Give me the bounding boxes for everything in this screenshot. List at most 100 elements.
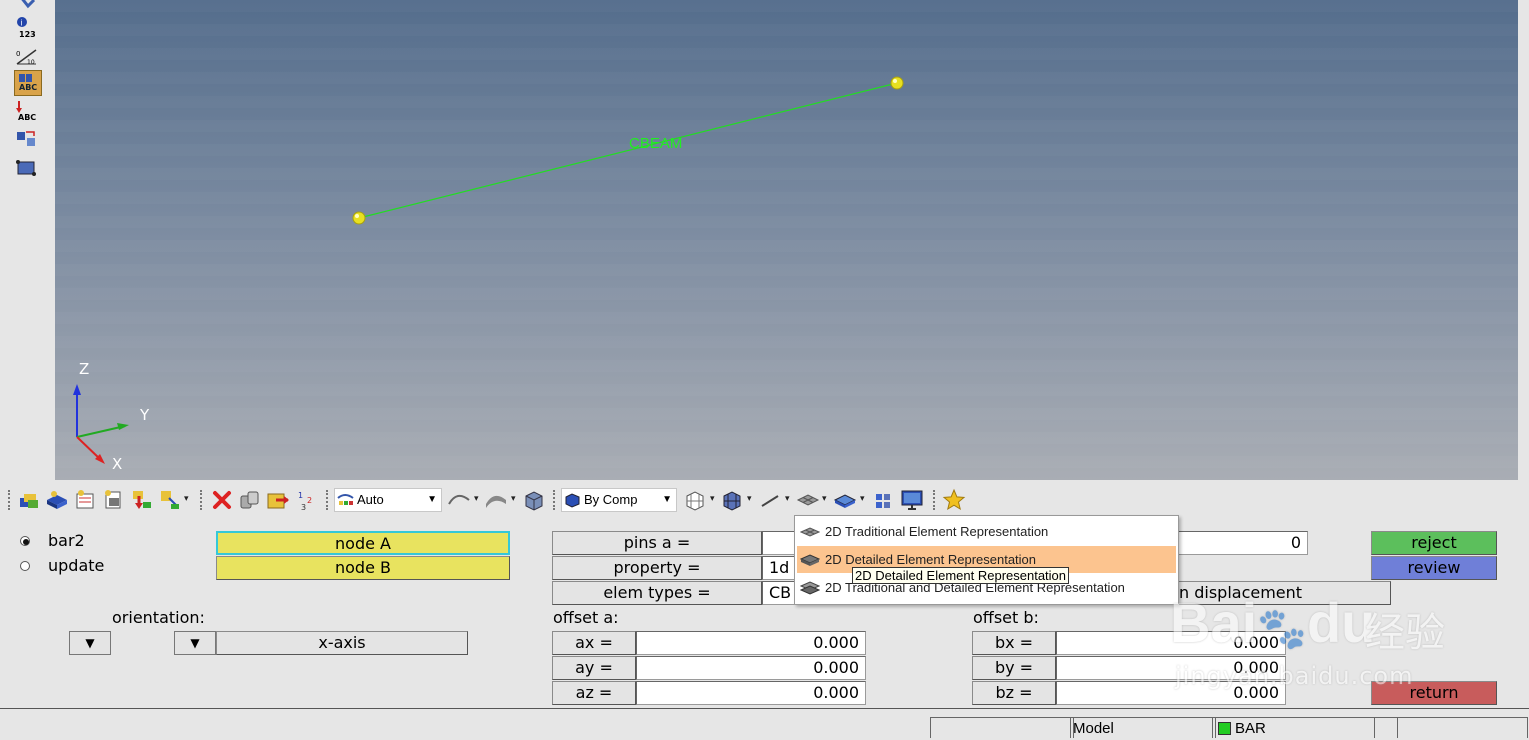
svg-text:2: 2	[307, 496, 312, 505]
axis-z-label: Z	[79, 360, 90, 378]
offset-b-label: offset b:	[973, 608, 1039, 627]
node-a-selector[interactable]: node A	[216, 531, 510, 555]
node-b-selector[interactable]: node B	[216, 556, 510, 580]
display-panel-icon[interactable]	[73, 488, 97, 512]
transform-icon[interactable]	[14, 128, 40, 152]
bx-label[interactable]: bx =	[972, 631, 1056, 655]
shaded-surface-icon[interactable]	[484, 488, 508, 512]
elem-types-field[interactable]: CB	[762, 581, 796, 605]
ax-field[interactable]: 0.000	[636, 631, 866, 655]
label-abc-icon[interactable]: ABC	[14, 70, 42, 96]
chevron-down-icon: ▼	[662, 494, 672, 505]
svg-text:1: 1	[298, 491, 303, 500]
shading-icon	[337, 494, 354, 505]
menu-item-2d-traditional[interactable]: 2D Traditional Element Representation	[797, 518, 1176, 545]
menu-item-label: 2D Traditional Element Representation	[825, 524, 1049, 539]
connectors-display-icon[interactable]	[872, 488, 896, 512]
watermark-brand: Bai🐾du	[1170, 591, 1376, 654]
elem-types-label[interactable]: elem types =	[552, 581, 762, 605]
baidu-watermark: Bai🐾du 经验 jingyan.baidu.com	[1170, 570, 1470, 700]
property-label[interactable]: property =	[552, 556, 762, 580]
ay-label[interactable]: ay =	[552, 656, 636, 680]
measure-icon[interactable]: 0 10	[14, 44, 40, 68]
status-model: Model	[1070, 717, 1216, 738]
label-move-icon[interactable]: ABC	[14, 100, 40, 124]
numbers-icon[interactable]: 123	[19, 30, 36, 39]
chevron-down-icon: ▼	[427, 494, 437, 505]
orientation-type-toggle[interactable]: ▼	[69, 631, 111, 655]
cbeam-element	[358, 82, 898, 219]
mesh-wire-icon[interactable]	[683, 488, 707, 512]
status-component[interactable]: BAR	[1212, 717, 1398, 738]
pins-a-field[interactable]	[762, 531, 796, 555]
graphics-viewport[interactable]: CBEAM Z Y X	[55, 0, 1518, 480]
by-label[interactable]: by =	[972, 656, 1056, 680]
axis-x-label: X	[112, 455, 123, 473]
delete-icon[interactable]	[210, 488, 234, 512]
plane-icon[interactable]	[14, 156, 40, 180]
right-strip	[1518, 0, 1529, 480]
vector-direction-toggle[interactable]: ▼	[174, 631, 216, 655]
display-elements-icon[interactable]	[45, 488, 69, 512]
ay-field[interactable]: 0.000	[636, 656, 866, 680]
y-axis-line	[76, 425, 126, 438]
mesh-shaded-icon[interactable]	[720, 488, 744, 512]
reject-button[interactable]: reject	[1371, 531, 1497, 555]
ax-label[interactable]: ax =	[552, 631, 636, 655]
status-bar: Model BAR	[0, 708, 1529, 738]
element-label: CBEAM	[629, 135, 683, 152]
monitor-icon[interactable]	[900, 488, 924, 512]
find-attached-icon[interactable]	[157, 488, 181, 512]
bz-label[interactable]: bz =	[972, 681, 1056, 705]
radio-indicator[interactable]	[20, 536, 30, 546]
renumber-icon[interactable]: 123	[295, 488, 319, 512]
svg-text:3: 3	[301, 503, 306, 512]
tooltip: 2D Detailed Element Representation	[852, 567, 1070, 584]
node-b-marker	[890, 76, 904, 90]
svg-text:i: i	[21, 19, 23, 28]
svg-text:10: 10	[27, 59, 35, 66]
1d-representation-icon[interactable]	[758, 488, 782, 512]
display-components-icon[interactable]	[18, 488, 42, 512]
isolate-icon[interactable]	[101, 488, 125, 512]
show-all-icon[interactable]	[266, 488, 290, 512]
orientation-label: orientation:	[112, 608, 205, 627]
az-label[interactable]: az =	[552, 681, 636, 705]
color-mode-icon	[565, 493, 580, 508]
color-mode-value: By Comp	[584, 492, 638, 507]
2d-combined-icon	[800, 581, 820, 595]
x-axis-line	[76, 436, 102, 461]
node-a-marker	[352, 211, 366, 225]
radio-bar2-label: bar2	[48, 531, 85, 550]
pins-b-field[interactable]: 0	[1178, 531, 1308, 555]
offset-a-label: offset a:	[553, 608, 619, 627]
status-cell-right	[1374, 717, 1528, 738]
color-mode-select[interactable]: By Comp ▼	[561, 488, 677, 512]
solid-cube-icon[interactable]	[522, 488, 546, 512]
status-cell-empty	[930, 717, 1074, 738]
visualization-toolbar: ▾ 123 Auto ▼ ▾ ▾ By Comp ▼ ▾ ▾ ▾ ▾ ▾	[0, 482, 1529, 518]
svg-text:0: 0	[16, 50, 20, 58]
pins-a-label[interactable]: pins a =	[552, 531, 762, 555]
status-component-name: BAR	[1235, 720, 1266, 737]
axis-y-label: Y	[140, 406, 150, 424]
watermark-url: jingyan.baidu.com	[1175, 662, 1414, 690]
model-canvas	[73, 76, 904, 464]
radio-update-label: update	[48, 556, 105, 575]
2d-traditional-icon	[800, 527, 820, 537]
2d-detailed-icon	[800, 554, 820, 566]
mask-icon[interactable]	[129, 488, 153, 512]
2d-representation-icon[interactable]	[796, 488, 820, 512]
favorite-star-icon[interactable]	[942, 488, 966, 512]
property-field[interactable]: 1d	[762, 556, 796, 580]
shading-mode-value: Auto	[357, 492, 384, 507]
2d-representation-menu: 2D Traditional Element Representation 2D…	[794, 515, 1179, 605]
radio-indicator[interactable]	[20, 561, 30, 571]
3d-representation-icon[interactable]	[833, 488, 857, 512]
wireframe-surface-icon[interactable]	[447, 488, 471, 512]
x-axis-button[interactable]: x-axis	[216, 631, 468, 655]
shading-mode-select[interactable]: Auto ▼	[334, 488, 442, 512]
az-field[interactable]: 0.000	[636, 681, 866, 705]
reverse-display-icon[interactable]	[238, 488, 262, 512]
watermark-cn: 经验	[1365, 610, 1445, 656]
